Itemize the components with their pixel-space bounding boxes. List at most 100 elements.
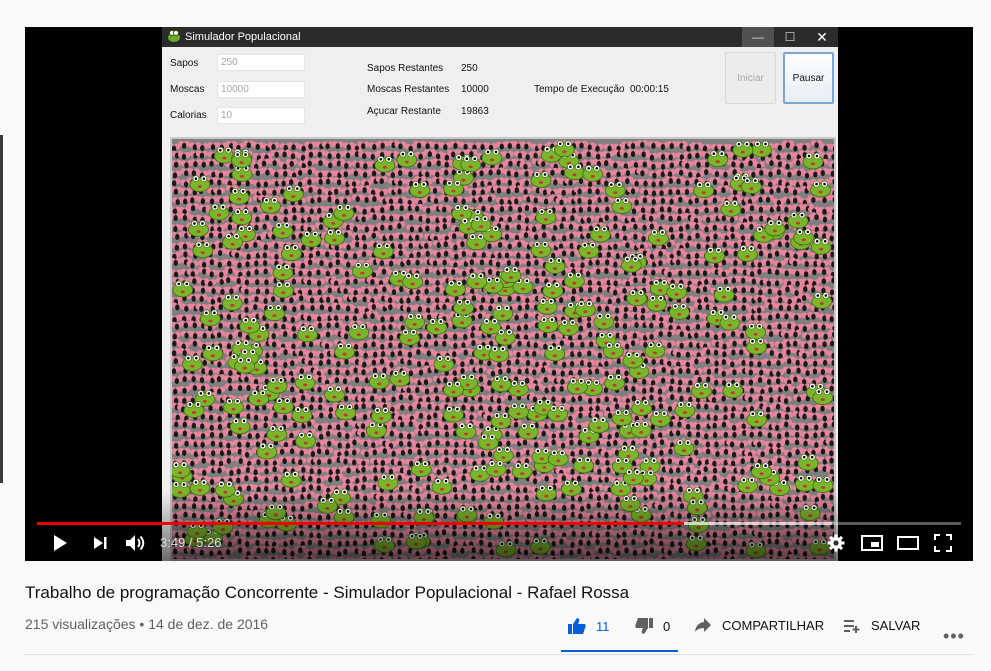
frog-sprite	[296, 325, 318, 343]
frog-sprite	[248, 389, 270, 407]
frog-sprite	[324, 385, 345, 403]
frog-sprite	[588, 416, 610, 434]
maximize-icon[interactable]: ☐	[774, 27, 806, 47]
frog-sprite	[787, 211, 809, 229]
progress-bar[interactable]	[37, 522, 961, 525]
field-label-moscas: Moscas	[170, 84, 204, 95]
frog-sprite	[266, 376, 288, 394]
close-icon[interactable]: ✕	[806, 27, 838, 47]
add-to-playlist-icon	[844, 620, 860, 633]
frog-sprite	[335, 403, 357, 421]
theater-mode-icon[interactable]	[894, 530, 922, 556]
view-count: 215 visualizações	[25, 616, 136, 632]
frog-sprite	[646, 294, 668, 312]
miniplayer-icon[interactable]	[858, 530, 886, 556]
fullscreen-icon[interactable]	[929, 530, 957, 556]
frog-sprite	[490, 375, 512, 393]
frog-sprite	[544, 257, 566, 274]
frog-sprite	[492, 446, 514, 463]
frog-sprite	[649, 410, 671, 427]
frog-sprite	[466, 233, 487, 251]
frog-sprite	[377, 473, 399, 491]
frog-sprite	[280, 470, 302, 488]
frog-sprite	[234, 356, 256, 374]
like-button[interactable]: 11	[567, 617, 610, 635]
frog-sprite	[221, 294, 243, 311]
frog-sprite	[535, 208, 557, 225]
frog-sprite	[500, 266, 522, 283]
frog-sprite	[426, 318, 448, 335]
pausar-button[interactable]: Pausar	[783, 52, 834, 104]
frog-sprite	[294, 373, 316, 391]
frog-sprite	[351, 261, 373, 279]
frog-sprite	[399, 328, 420, 346]
frog-sprite	[443, 179, 464, 197]
frog-sprite	[239, 316, 261, 334]
frog-sprite	[797, 453, 819, 471]
moscas-input[interactable]: 10000	[217, 81, 305, 98]
frog-sprite	[402, 272, 423, 290]
frog-sprite	[793, 228, 815, 246]
dislike-button[interactable]: 0	[634, 617, 670, 635]
frog-sprite	[181, 354, 203, 372]
iniciar-button[interactable]: Iniciar	[725, 52, 776, 104]
frog-sprite	[764, 219, 786, 237]
save-button[interactable]: SALVAR	[843, 617, 920, 633]
frog-sprite	[295, 431, 316, 449]
calorias-input[interactable]: 10	[217, 107, 305, 124]
acucar-restante-value: 19863	[461, 106, 489, 117]
frog-sprite	[517, 422, 539, 440]
frog-sprite	[231, 208, 253, 226]
frog-sprite	[794, 474, 816, 492]
frog-sprite	[604, 181, 626, 199]
sapos-input[interactable]: 250	[217, 54, 305, 71]
frog-sprite	[480, 317, 502, 335]
frog-sprite	[470, 215, 492, 233]
frog-sprite	[644, 341, 666, 359]
frog-sprite	[507, 380, 529, 397]
frog-sprite	[547, 449, 569, 467]
frog-sprite	[228, 187, 250, 205]
frog-sprite	[409, 181, 431, 198]
volume-icon[interactable]	[122, 530, 150, 556]
share-button[interactable]: COMPARTILHAR	[694, 617, 824, 633]
frog-sprite	[371, 407, 392, 424]
minimize-icon[interactable]: —	[742, 27, 774, 47]
frog-sprite	[745, 322, 766, 340]
frog-sprite	[453, 298, 474, 316]
tempo-execucao-value: 00:00:15	[630, 84, 669, 95]
frog-sprite	[566, 377, 588, 395]
like-ratio-fill	[561, 650, 678, 652]
acucar-restante-label: Açucar Restante	[367, 106, 441, 117]
frog-sprite	[553, 140, 575, 158]
frog-sprite	[704, 246, 725, 264]
frog-sprite	[751, 140, 772, 158]
frog-sprite	[172, 280, 194, 298]
frog-sprite	[574, 300, 596, 318]
sapos-restantes-label: Sapos Restantes	[367, 63, 443, 74]
video-title: Trabalho de programação Concorrente - Si…	[25, 583, 629, 603]
frog-sprite	[719, 313, 741, 331]
frog-sprite	[272, 263, 294, 281]
play-icon[interactable]	[46, 530, 74, 556]
settings-gear-icon[interactable]	[822, 530, 850, 556]
video-player[interactable]: Simulador Populacional — ☐ ✕ Sapos 250 M…	[25, 27, 973, 561]
frog-sprite	[442, 405, 464, 423]
frog-sprite	[222, 232, 244, 250]
frog-sprite	[812, 388, 834, 406]
next-icon[interactable]	[86, 530, 114, 556]
control-panel: Sapos 250 Moscas 10000 Calorias 10 Sapos…	[162, 47, 838, 137]
more-actions-icon[interactable]: •••	[943, 626, 965, 647]
field-label-sapos: Sapos	[170, 58, 198, 69]
sapos-restantes-value: 250	[461, 63, 478, 74]
frog-sprite	[620, 255, 642, 273]
frog-sprite	[433, 355, 455, 372]
frog-sprite	[691, 382, 712, 399]
frog-sprite	[199, 309, 221, 327]
save-label: SALVAR	[871, 618, 920, 633]
section-divider	[25, 654, 973, 655]
frog-sprite	[732, 140, 754, 158]
upload-date: 14 de dez. de 2016	[148, 616, 268, 632]
frog-sprite	[443, 380, 464, 398]
frog-sprite	[273, 397, 294, 415]
